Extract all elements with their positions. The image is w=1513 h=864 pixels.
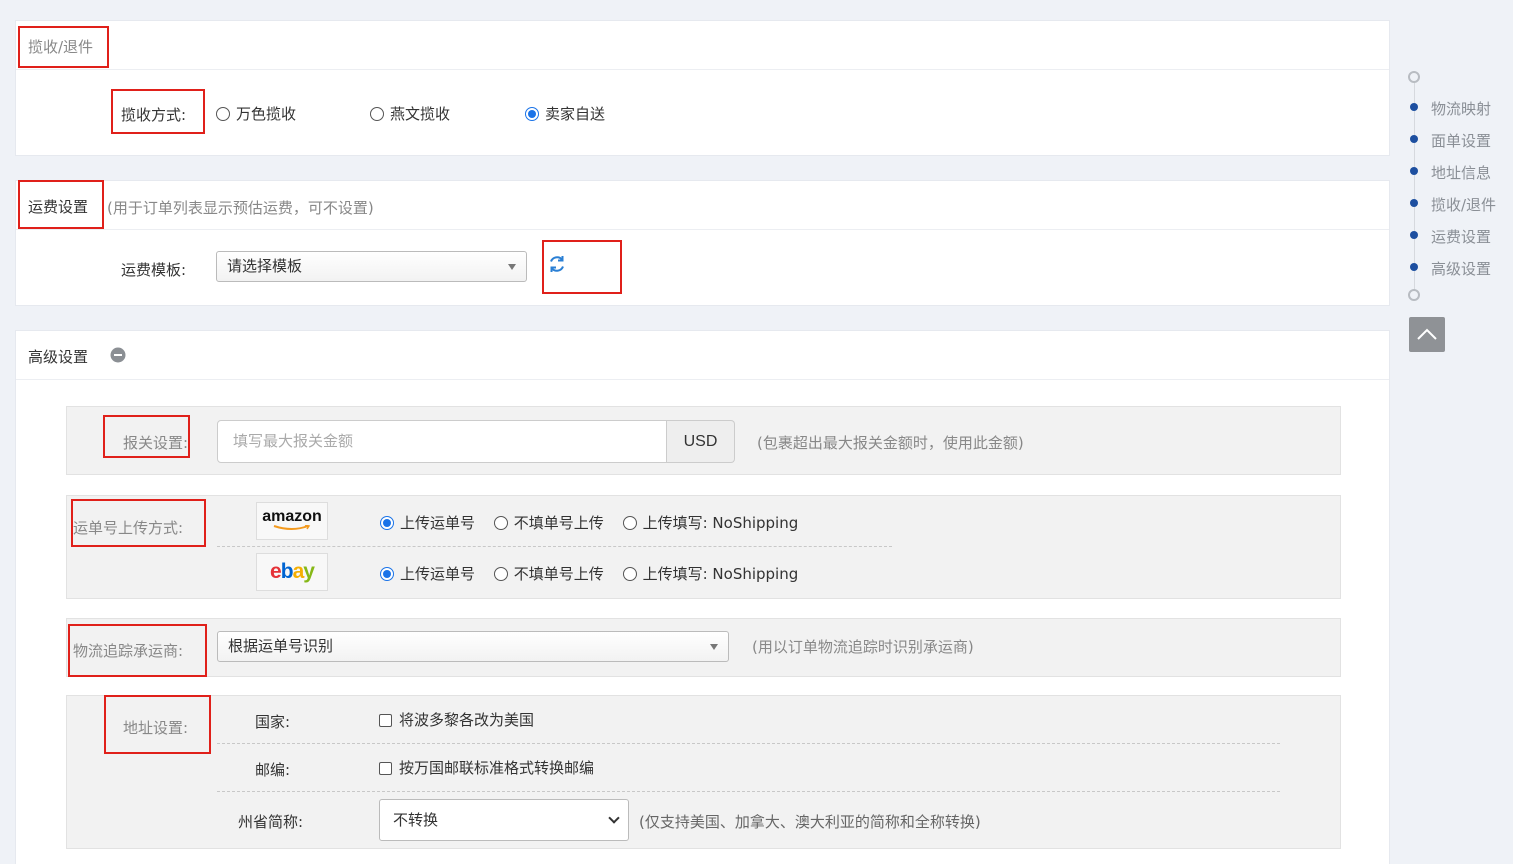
radio-icon bbox=[370, 107, 384, 121]
radio-icon bbox=[622, 516, 637, 530]
pickup-section-title: 揽收/退件 bbox=[28, 38, 94, 56]
chevron-up-icon bbox=[1416, 326, 1438, 346]
radio-checked-icon bbox=[380, 516, 394, 530]
checkbox-icon bbox=[379, 714, 392, 727]
radio-icon bbox=[622, 567, 637, 581]
minus-circle-icon[interactable] bbox=[110, 347, 126, 363]
shipping-fee-subtitle: (用于订单列表显示预估运费，可不设置) bbox=[107, 199, 374, 217]
carrier-panel: 物流追踪承运商: 根据运单号识别 (用以订单物流追踪时识别承运商) bbox=[66, 618, 1341, 677]
ebay-option-noshipping[interactable]: 上传填写: NoShipping bbox=[622, 565, 798, 583]
carrier-label: 物流追踪承运商: bbox=[73, 642, 184, 660]
pickup-method-label: 揽收方式: bbox=[121, 106, 187, 124]
divider bbox=[217, 791, 1280, 792]
radio-icon bbox=[216, 107, 230, 121]
nav-item-label-settings[interactable]: 面单设置 bbox=[1431, 130, 1491, 151]
radio-icon bbox=[493, 516, 508, 530]
tracking-upload-panel: 运单号上传方式: amazon 上传运单号 不填单号上传 上传填写: NoShi… bbox=[66, 495, 1341, 599]
nav-dot bbox=[1410, 135, 1418, 143]
nav-track bbox=[1414, 82, 1415, 292]
amazon-upload-options: 上传运单号 不填单号上传 上传填写: NoShipping bbox=[380, 512, 798, 533]
radio-icon bbox=[493, 567, 508, 581]
address-panel: 地址设置: 国家: 将波多黎各改为美国 邮编: 按万国邮联标准格式转换邮编 州省… bbox=[66, 695, 1341, 849]
chevron-down-icon bbox=[608, 812, 620, 824]
nav-end-ring bbox=[1408, 289, 1420, 301]
pickup-option-self[interactable]: 卖家自送 bbox=[525, 103, 605, 124]
nav-dot bbox=[1410, 167, 1418, 175]
carrier-hint: (用以订单物流追踪时识别承运商) bbox=[752, 638, 974, 656]
nav-item-logistics-mapping[interactable]: 物流映射 bbox=[1431, 98, 1491, 119]
carrier-select[interactable]: 根据运单号识别 bbox=[217, 631, 729, 662]
back-to-top-button[interactable] bbox=[1409, 317, 1445, 352]
amazon-option-upload[interactable]: 上传运单号 bbox=[380, 514, 475, 532]
pickup-option-wanse[interactable]: 万色揽收 bbox=[216, 103, 296, 124]
divider bbox=[217, 743, 1280, 744]
ebay-option-no-number[interactable]: 不填单号上传 bbox=[493, 565, 604, 583]
radio-checked-icon bbox=[525, 107, 539, 121]
ebay-logo: ebay bbox=[256, 553, 328, 591]
currency-addon: USD bbox=[667, 420, 735, 463]
nav-dot bbox=[1410, 103, 1418, 111]
ebay-upload-options: 上传运单号 不填单号上传 上传填写: NoShipping bbox=[380, 563, 798, 584]
ebay-option-upload[interactable]: 上传运单号 bbox=[380, 565, 475, 583]
nav-item-shipping-fee[interactable]: 运费设置 bbox=[1431, 226, 1491, 247]
pickup-section-header: 揽收/退件 bbox=[16, 21, 1389, 70]
nav-item-pickup-return[interactable]: 揽收/退件 bbox=[1431, 194, 1496, 215]
advanced-header: 高级设置 bbox=[16, 331, 1389, 380]
customs-label: 报关设置: bbox=[123, 434, 189, 452]
nav-dot bbox=[1410, 199, 1418, 207]
shipping-fee-section: 运费设置 (用于订单列表显示预估运费，可不设置) 运费模板: 请选择模板 bbox=[15, 180, 1390, 306]
state-abbr-select[interactable]: 不转换 bbox=[379, 799, 629, 841]
radio-checked-icon bbox=[380, 567, 394, 581]
fee-template-select[interactable]: 请选择模板 bbox=[216, 251, 527, 282]
country-label: 国家: bbox=[255, 713, 291, 731]
tracking-upload-label: 运单号上传方式: bbox=[73, 519, 184, 537]
amazon-option-no-number[interactable]: 不填单号上传 bbox=[493, 514, 604, 532]
caret-down-icon bbox=[508, 264, 516, 270]
pickup-section: 揽收/退件 揽收方式: 万色揽收 燕文揽收 卖家自送 bbox=[15, 20, 1390, 156]
shipping-fee-header: 运费设置 (用于订单列表显示预估运费，可不设置) bbox=[16, 181, 1389, 230]
advanced-title: 高级设置 bbox=[28, 348, 89, 366]
pickup-option-yanwen[interactable]: 燕文揽收 bbox=[370, 103, 450, 124]
nav-dot bbox=[1410, 231, 1418, 239]
state-hint: (仅支持美国、加拿大、澳大利亚的简称和全称转换) bbox=[639, 813, 981, 831]
caret-down-icon bbox=[710, 644, 718, 650]
customs-hint: (包裹超出最大报关金额时，使用此金额) bbox=[757, 434, 1024, 452]
amazon-logo: amazon bbox=[256, 502, 328, 540]
address-label: 地址设置: bbox=[123, 719, 189, 737]
zip-label: 邮编: bbox=[255, 761, 291, 779]
customs-panel: 报关设置: 填写最大报关金额 USD (包裹超出最大报关金额时，使用此金额) bbox=[66, 406, 1341, 475]
checkbox-icon bbox=[379, 762, 392, 775]
state-label: 州省简称: bbox=[238, 813, 304, 831]
fee-template-label: 运费模板: bbox=[121, 261, 187, 279]
zip-checkbox[interactable]: 按万国邮联标准格式转换邮编 bbox=[379, 757, 594, 778]
advanced-section: 高级设置 报关设置: 填写最大报关金额 USD (包裹超出最大报关金额时，使用此… bbox=[15, 330, 1390, 864]
nav-item-address-info[interactable]: 地址信息 bbox=[1431, 162, 1491, 183]
amazon-option-noshipping[interactable]: 上传填写: NoShipping bbox=[622, 514, 798, 532]
refresh-icon[interactable] bbox=[546, 253, 568, 275]
customs-amount-input[interactable]: 填写最大报关金额 bbox=[217, 420, 667, 463]
shipping-fee-title: 运费设置 bbox=[28, 198, 89, 216]
country-checkbox[interactable]: 将波多黎各改为美国 bbox=[379, 709, 534, 730]
nav-dot bbox=[1410, 263, 1418, 271]
nav-start-ring bbox=[1408, 71, 1420, 83]
nav-item-advanced[interactable]: 高级设置 bbox=[1431, 258, 1491, 279]
divider bbox=[217, 546, 892, 547]
